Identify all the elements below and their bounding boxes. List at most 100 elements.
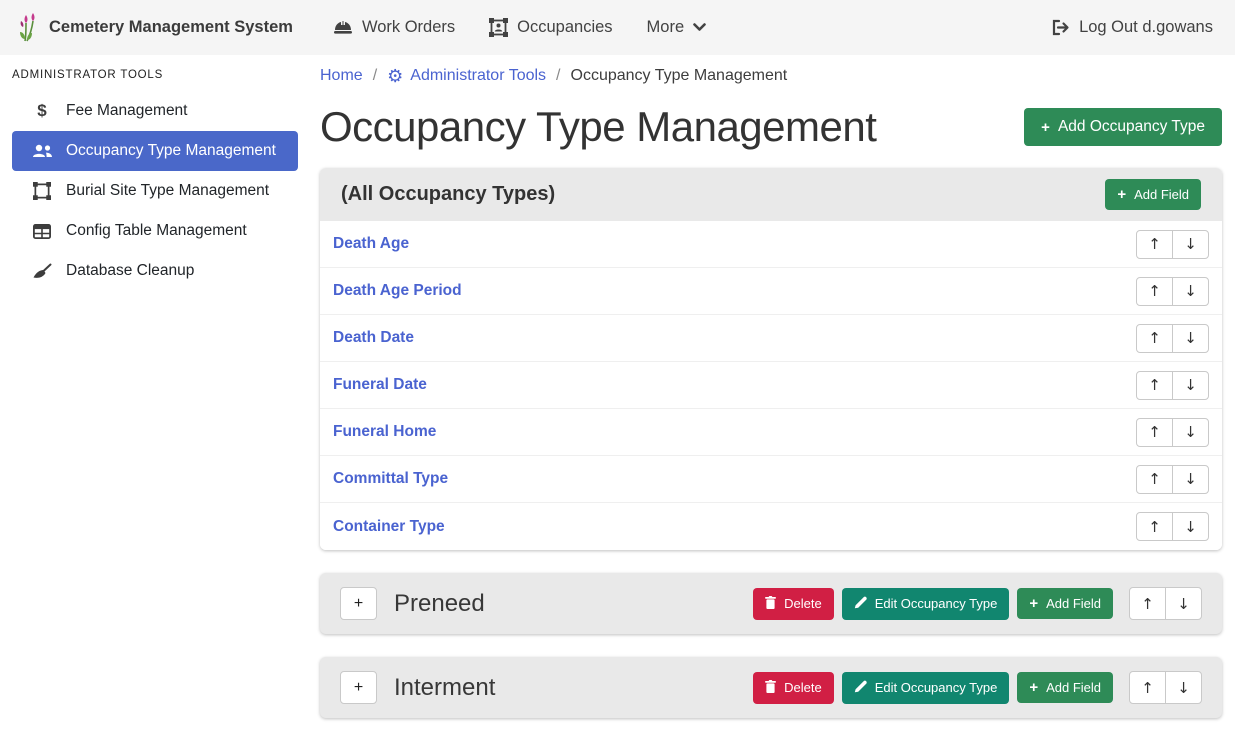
- sidebar-item-burial-site-type-management[interactable]: Burial Site Type Management: [12, 171, 298, 211]
- move-up-button[interactable]: ↑: [1136, 324, 1173, 353]
- add-field-label: Add Field: [1046, 596, 1101, 611]
- expand-section-button[interactable]: +: [340, 671, 377, 704]
- dollar-icon: $: [30, 101, 54, 121]
- section-actions: Delete Edit Occupancy Type + Add Field: [753, 587, 1202, 620]
- all-occupancy-types-header: (All Occupancy Types) + Add Field: [320, 168, 1222, 221]
- page-title: Occupancy Type Management: [320, 103, 876, 151]
- down-arrow-icon: ↓: [1184, 470, 1197, 488]
- main-content: Home / ⚙ Administrator Tools / Occupancy…: [320, 55, 1222, 718]
- field-link[interactable]: Funeral Date: [333, 376, 427, 394]
- nav-work-orders[interactable]: Work Orders: [319, 10, 469, 45]
- section-actions: Delete Edit Occupancy Type + Add Field: [753, 671, 1202, 704]
- move-down-button[interactable]: ↓: [1172, 418, 1209, 447]
- breadcrumb-admin-tools-label: Administrator Tools: [410, 67, 546, 85]
- field-row: Death Age ↑ ↓: [320, 221, 1222, 268]
- field-link[interactable]: Death Age: [333, 235, 409, 253]
- move-up-button[interactable]: ↑: [1136, 418, 1173, 447]
- occupancy-type-section: + Interment Delete: [320, 657, 1222, 718]
- occupancy-type-sections: + Preneed Delete: [320, 573, 1222, 718]
- field-link[interactable]: Death Date: [333, 329, 414, 347]
- sidebar-item-label: Fee Management: [66, 102, 188, 120]
- logout-button[interactable]: Log Out d.gowans: [1045, 10, 1219, 45]
- move-up-button[interactable]: ↑: [1136, 512, 1173, 541]
- move-down-button[interactable]: ↓: [1165, 587, 1202, 620]
- delete-button[interactable]: Delete: [753, 672, 834, 704]
- expand-section-button[interactable]: +: [340, 587, 377, 620]
- move-down-button[interactable]: ↓: [1165, 671, 1202, 704]
- gear-icon: ⚙: [387, 67, 403, 85]
- sidebar-item-label: Database Cleanup: [66, 262, 194, 280]
- logout-label: Log Out d.gowans: [1079, 18, 1213, 37]
- add-field-button[interactable]: + Add Field: [1017, 672, 1113, 703]
- occupancy-frame-icon: [489, 18, 508, 37]
- up-arrow-icon: ↑: [1148, 470, 1161, 488]
- breadcrumb: Home / ⚙ Administrator Tools / Occupancy…: [320, 55, 1222, 85]
- table-icon: [30, 224, 54, 239]
- move-down-button[interactable]: ↓: [1172, 465, 1209, 494]
- reorder-buttons: ↑ ↓: [1136, 230, 1209, 259]
- move-down-button[interactable]: ↓: [1172, 371, 1209, 400]
- field-link[interactable]: Container Type: [333, 518, 445, 536]
- sidebar-heading: ADMINISTRATOR TOOLS: [0, 55, 310, 91]
- reorder-buttons: ↑ ↓: [1129, 587, 1202, 620]
- reorder-buttons: ↑ ↓: [1136, 277, 1209, 306]
- breadcrumb-home-link[interactable]: Home: [320, 67, 363, 85]
- breadcrumb-admin-tools-link[interactable]: ⚙ Administrator Tools: [387, 67, 546, 85]
- nav-occupancies[interactable]: Occupancies: [475, 10, 626, 45]
- down-arrow-icon: ↓: [1184, 235, 1197, 253]
- nav-more-dropdown[interactable]: More: [633, 10, 721, 45]
- sidebar-item-database-cleanup[interactable]: Database Cleanup: [12, 251, 298, 291]
- breadcrumb-separator: /: [556, 67, 560, 85]
- field-link[interactable]: Committal Type: [333, 470, 448, 488]
- down-arrow-icon: ↓: [1177, 679, 1190, 697]
- delete-button[interactable]: Delete: [753, 588, 834, 620]
- edit-occupancy-type-button[interactable]: Edit Occupancy Type: [842, 588, 1010, 620]
- sign-out-icon: [1051, 19, 1070, 36]
- frame-icon: [30, 182, 54, 200]
- down-arrow-icon: ↓: [1184, 376, 1197, 394]
- delete-label: Delete: [784, 596, 822, 611]
- move-up-button[interactable]: ↑: [1136, 465, 1173, 494]
- down-arrow-icon: ↓: [1177, 595, 1190, 613]
- move-up-button[interactable]: ↑: [1129, 587, 1166, 620]
- reorder-buttons: ↑ ↓: [1129, 671, 1202, 704]
- move-down-button[interactable]: ↓: [1172, 230, 1209, 259]
- add-field-button[interactable]: + Add Field: [1017, 588, 1113, 619]
- sidebar-item-fee-management[interactable]: $ Fee Management: [12, 91, 298, 131]
- field-link[interactable]: Death Age Period: [333, 282, 462, 300]
- sidebar-item-label: Burial Site Type Management: [66, 182, 269, 200]
- brand-title: Cemetery Management System: [49, 18, 293, 37]
- field-row: Committal Type ↑ ↓: [320, 456, 1222, 503]
- move-up-button[interactable]: ↑: [1136, 371, 1173, 400]
- reorder-buttons: ↑ ↓: [1136, 371, 1209, 400]
- app-brand[interactable]: Cemetery Management System: [16, 12, 293, 44]
- pencil-icon: [854, 680, 867, 696]
- plus-icon: +: [1117, 187, 1126, 202]
- edit-occupancy-type-label: Edit Occupancy Type: [875, 596, 998, 611]
- add-field-button[interactable]: + Add Field: [1105, 179, 1201, 210]
- move-down-button[interactable]: ↓: [1172, 277, 1209, 306]
- move-up-button[interactable]: ↑: [1136, 230, 1173, 259]
- edit-occupancy-type-label: Edit Occupancy Type: [875, 680, 998, 695]
- all-occupancy-types-card: (All Occupancy Types) + Add Field Death …: [320, 168, 1222, 550]
- up-arrow-icon: ↑: [1141, 679, 1154, 697]
- edit-occupancy-type-button[interactable]: Edit Occupancy Type: [842, 672, 1010, 704]
- add-occupancy-type-button[interactable]: + Add Occupancy Type: [1024, 108, 1222, 146]
- move-down-button[interactable]: ↓: [1172, 324, 1209, 353]
- move-up-button[interactable]: ↑: [1136, 277, 1173, 306]
- breadcrumb-separator: /: [373, 67, 377, 85]
- sidebar-item-occupancy-type-management[interactable]: Occupancy Type Management: [12, 131, 298, 171]
- plus-icon: +: [1029, 680, 1038, 695]
- sidebar-item-config-table-management[interactable]: Config Table Management: [12, 211, 298, 251]
- move-down-button[interactable]: ↓: [1172, 512, 1209, 541]
- users-icon: [30, 144, 54, 159]
- move-up-button[interactable]: ↑: [1129, 671, 1166, 704]
- up-arrow-icon: ↑: [1148, 235, 1161, 253]
- field-row: Death Age Period ↑ ↓: [320, 268, 1222, 315]
- reorder-buttons: ↑ ↓: [1136, 418, 1209, 447]
- field-link[interactable]: Funeral Home: [333, 423, 436, 441]
- up-arrow-icon: ↑: [1148, 282, 1161, 300]
- field-row: Container Type ↑ ↓: [320, 503, 1222, 550]
- plus-icon: +: [1029, 596, 1038, 611]
- nav-more-label: More: [647, 18, 685, 37]
